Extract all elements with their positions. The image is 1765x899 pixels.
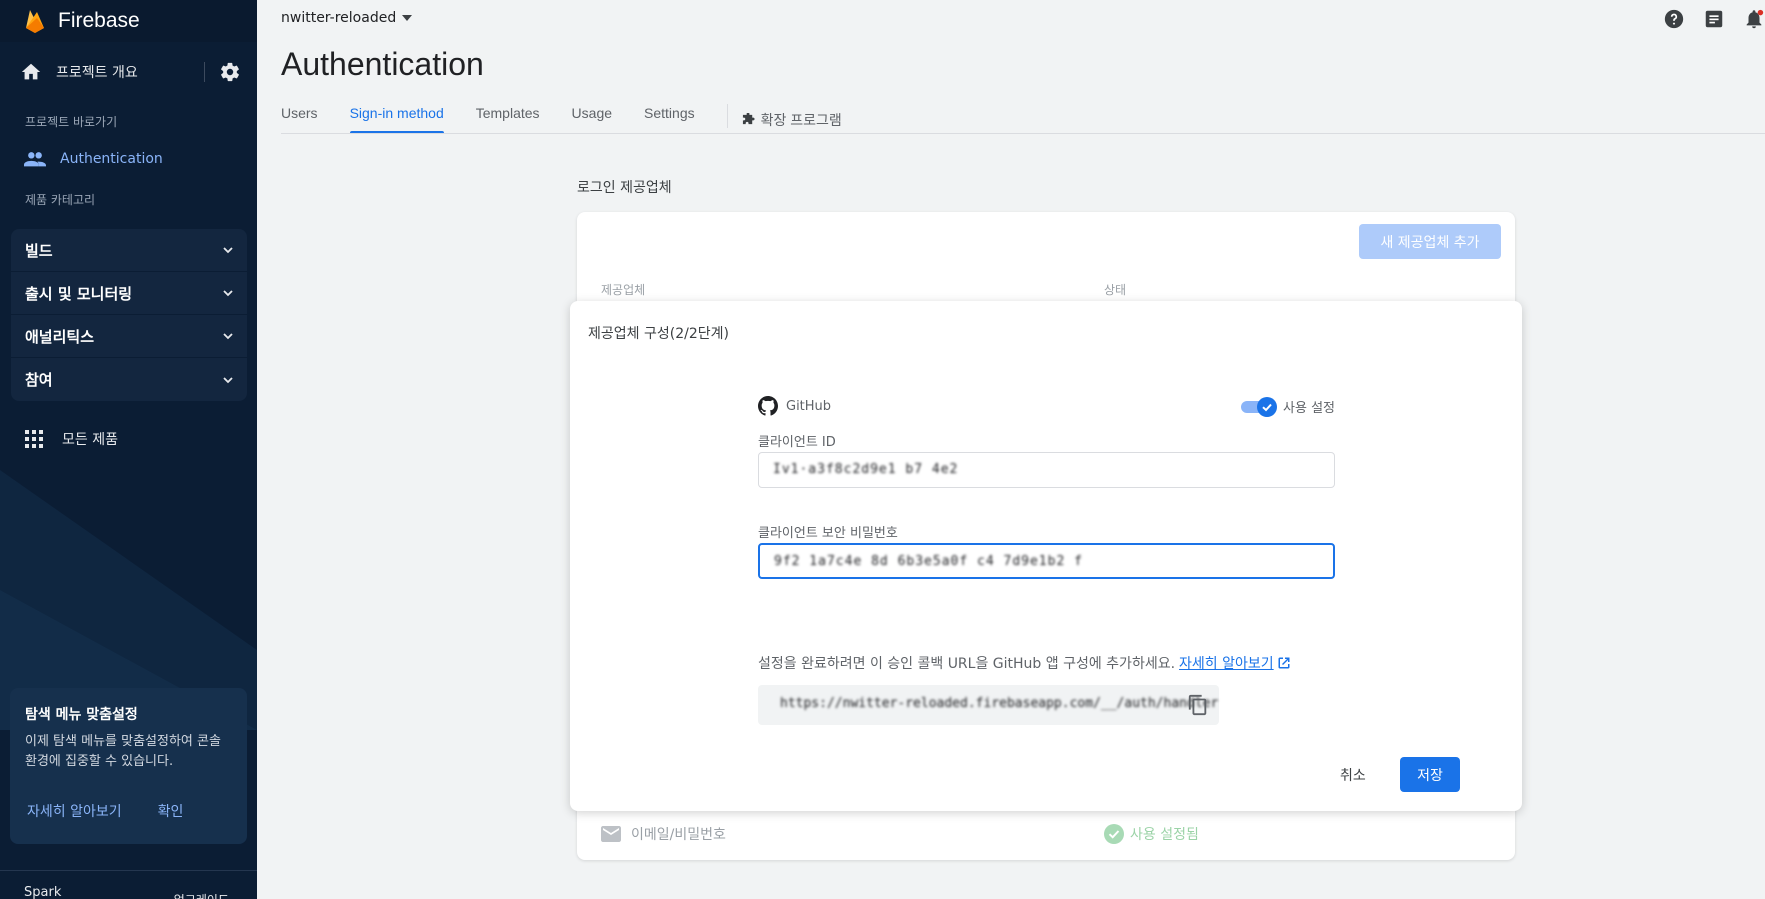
hint-learn-more-link[interactable]: 자세히 알아보기 [1179, 653, 1274, 673]
top-icons [1663, 8, 1765, 30]
tab-templates[interactable]: Templates [476, 100, 540, 134]
tab-bar: Users Sign-in method Templates Usage Set… [281, 100, 874, 134]
project-overview-label: 프로젝트 개요 [56, 65, 138, 81]
project-shortcuts-label: 프로젝트 바로가기 [25, 115, 118, 129]
open-in-new-icon[interactable] [1277, 656, 1291, 670]
callback-url-box: https://nwitter-reloaded.firebaseapp.com… [758, 685, 1219, 725]
provider-status-enabled: 사용 설정됨 [1104, 824, 1199, 844]
save-button[interactable]: 저장 [1400, 757, 1460, 792]
sidebar-footer: Spark 업그레이드 [0, 870, 257, 899]
card-title: 탐색 메뉴 맞춤설정 [25, 707, 138, 723]
copy-icon[interactable] [1187, 694, 1209, 716]
callback-url-value: https://nwitter-reloaded.firebaseapp.com… [780, 696, 1219, 711]
col-header-status: 상태 [1104, 283, 1127, 297]
project-name: nwitter-reloaded [281, 10, 397, 26]
card-actions: 자세히 알아보기 확인 [27, 801, 183, 821]
category-analytics[interactable]: 애널리틱스 [11, 315, 247, 358]
all-products-label: 모든 제품 [62, 432, 118, 448]
sidebar-header[interactable]: Firebase [0, 0, 257, 42]
tab-sign-in-method[interactable]: Sign-in method [349, 100, 444, 134]
category-build[interactable]: 빌드 [11, 229, 247, 272]
chevron-down-icon [223, 333, 233, 340]
cancel-button[interactable]: 취소 [1340, 765, 1366, 785]
plan-label: Spark [24, 885, 62, 899]
tab-divider [726, 104, 728, 128]
add-provider-button[interactable]: 새 제공업체 추가 [1359, 224, 1501, 259]
client-secret-field[interactable]: 9f2 1a7c4e 8d 6b3e5a0f c4 7d9e1b2 f [758, 543, 1335, 579]
client-id-label: 클라이언트 ID [758, 435, 836, 450]
sign-in-providers-title: 로그인 제공업체 [577, 180, 672, 196]
tab-extensions[interactable]: 확장 프로그램 [742, 100, 842, 134]
card-description-line1: 이제 탐색 메뉴를 맞춤설정하여 콘솔 [25, 734, 221, 749]
check-icon [1262, 403, 1272, 412]
feedback-icon[interactable] [1703, 8, 1725, 30]
client-id-value: Iv1·a3f8c2d9e1 b7 4e2 [773, 462, 959, 477]
main-content: nwitter-reloaded Authentication Users Si… [257, 0, 1765, 899]
toggle-knob [1257, 397, 1278, 417]
upgrade-button[interactable]: 업그레이드 [174, 891, 229, 899]
category-label: 출시 및 모니터링 [25, 284, 133, 303]
category-label: 참여 [25, 371, 53, 389]
github-label: GitHub [786, 398, 832, 414]
home-icon [21, 63, 41, 80]
client-secret-label: 클라이언트 보안 비밀번호 [758, 526, 898, 541]
enable-toggle[interactable] [1241, 397, 1278, 417]
notifications-icon[interactable] [1743, 8, 1765, 30]
firebase-logo-icon [26, 10, 44, 33]
apps-grid-icon [25, 430, 43, 448]
nav-customization-card: 탐색 메뉴 맞춤설정 이제 탐색 메뉴를 맞춤설정하여 콘솔 환경에 집중할 수… [10, 688, 247, 844]
status-label: 사용 설정됨 [1130, 827, 1199, 843]
category-label: 애널리틱스 [25, 327, 95, 346]
mail-icon [601, 826, 621, 842]
overview-divider [204, 62, 205, 82]
sidebar-item-authentication[interactable]: Authentication [0, 146, 257, 172]
extensions-label: 확장 프로그램 [760, 111, 842, 128]
caret-down-icon [402, 15, 413, 21]
help-icon[interactable] [1663, 8, 1685, 30]
category-release-monitoring[interactable]: 출시 및 모니터링 [11, 272, 247, 315]
tab-users[interactable]: Users [281, 100, 318, 134]
tabs-underline [281, 133, 1765, 134]
card-description-line2: 환경에 집중할 수 있습니다. [25, 754, 174, 769]
all-products-item[interactable]: 모든 제품 [0, 424, 257, 454]
category-engage[interactable]: 참여 [11, 358, 247, 401]
project-selector[interactable]: nwitter-reloaded [281, 10, 413, 26]
provider-email-label: 이메일/비밀번호 [631, 827, 726, 843]
dialog-title: 제공업체 구성(2/2단계) [588, 326, 729, 342]
provider-row-email[interactable]: 이메일/비밀번호 [601, 824, 726, 844]
project-overview-item[interactable]: 프로젝트 개요 [0, 52, 257, 92]
puzzle-icon [742, 113, 755, 125]
authentication-label: Authentication [60, 151, 163, 167]
category-label: 빌드 [25, 241, 53, 260]
client-id-field[interactable]: Iv1·a3f8c2d9e1 b7 4e2 [758, 452, 1335, 488]
brand-name: Firebase [58, 9, 140, 32]
callback-hint: 설정을 완료하려면 이 승인 콜백 URL을 GitHub 앱 구성에 추가하세… [758, 653, 1291, 673]
enable-label: 사용 설정 [1283, 400, 1335, 416]
client-secret-value: 9f2 1a7c4e 8d 6b3e5a0f c4 7d9e1b2 f [774, 554, 1083, 569]
product-category-list: 빌드 출시 및 모니터링 애널리틱스 참여 [11, 229, 247, 401]
chevron-down-icon [223, 290, 233, 297]
gear-icon[interactable] [219, 61, 241, 83]
col-header-provider: 제공업체 [601, 283, 646, 297]
github-provider-row: GitHub 사용 설정 [758, 394, 1335, 418]
sidebar: Firebase 프로젝트 개요 프로젝트 바로가기 Authenticatio… [0, 0, 257, 899]
product-categories-label: 제품 카테고리 [25, 193, 96, 207]
check-circle-icon [1104, 824, 1124, 844]
github-icon [758, 396, 778, 416]
page-title: Authentication [281, 46, 484, 82]
hint-text: 설정을 완료하려면 이 승인 콜백 URL을 GitHub 앱 구성에 추가하세… [758, 656, 1176, 672]
chevron-down-icon [223, 247, 233, 254]
provider-config-dialog: 제공업체 구성(2/2단계) GitHub 사용 설정 클라이언트 ID Iv1… [570, 301, 1522, 811]
people-icon [24, 152, 46, 167]
tab-settings[interactable]: Settings [644, 100, 695, 134]
chevron-down-icon [223, 376, 233, 383]
learn-more-link[interactable]: 자세히 알아보기 [27, 801, 122, 821]
tab-usage[interactable]: Usage [572, 100, 612, 134]
confirm-link[interactable]: 확인 [158, 801, 184, 821]
